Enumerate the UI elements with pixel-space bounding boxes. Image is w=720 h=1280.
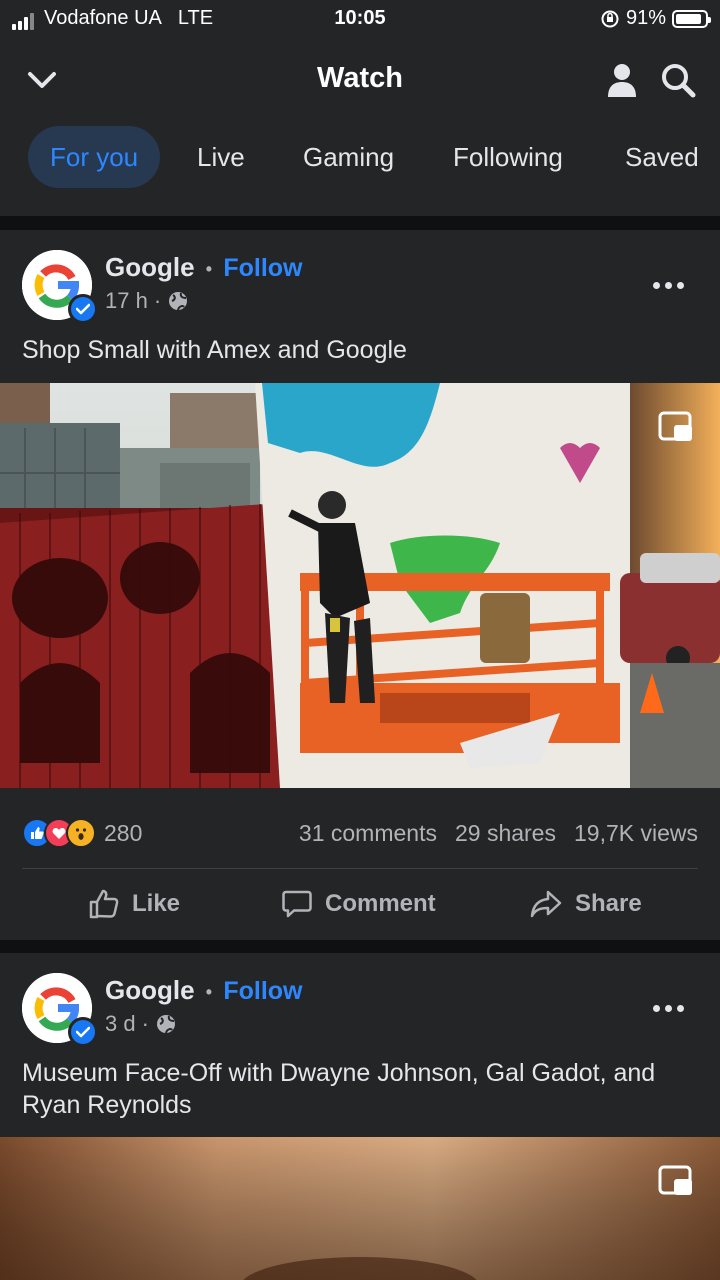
post-meta: 3 d · bbox=[105, 1011, 177, 1037]
watch-header: Watch bbox=[0, 38, 720, 122]
post-caption: Museum Face-Off with Dwayne Johnson, Gal… bbox=[22, 1059, 656, 1119]
verified-badge-icon bbox=[68, 294, 98, 324]
post-author-line: Google • Follow bbox=[105, 975, 303, 1006]
post-meta: 17 h · bbox=[105, 288, 189, 314]
post-caption: Shop Small with Amex and Google bbox=[22, 336, 407, 364]
post-divider bbox=[0, 940, 720, 953]
separator-dot: • bbox=[205, 258, 213, 279]
picture-in-picture-icon[interactable] bbox=[658, 1165, 694, 1199]
reactions-summary[interactable]: 280 bbox=[22, 818, 142, 848]
section-divider bbox=[0, 216, 720, 230]
tab-saved[interactable]: Saved bbox=[625, 126, 699, 188]
wow-reaction-icon bbox=[66, 818, 96, 848]
globe-icon bbox=[169, 292, 188, 311]
stats-divider bbox=[22, 868, 698, 869]
author-name[interactable]: Google bbox=[105, 975, 195, 1005]
like-label: Like bbox=[132, 890, 181, 917]
picture-in-picture-icon[interactable] bbox=[658, 411, 694, 445]
comment-label: Comment bbox=[325, 890, 436, 917]
battery-percent: 91% bbox=[625, 7, 666, 29]
reactions-count: 280 bbox=[104, 819, 143, 846]
video-player[interactable] bbox=[0, 383, 720, 788]
tab-for-you[interactable]: For you bbox=[28, 126, 161, 188]
share-icon bbox=[530, 890, 562, 918]
watch-tabs: For you Live Gaming Following Saved bbox=[0, 122, 720, 216]
person-icon[interactable] bbox=[600, 58, 644, 102]
comment-button[interactable]: Comment bbox=[281, 874, 436, 934]
google-avatar[interactable] bbox=[22, 973, 98, 1047]
video-post: Google • Follow 3 d · Museum Face-Off wi… bbox=[0, 953, 720, 1280]
follow-button[interactable]: Follow bbox=[223, 977, 302, 1005]
verified-badge-icon bbox=[68, 1017, 98, 1047]
like-button[interactable]: Like bbox=[88, 874, 180, 934]
shares-count[interactable]: 29 shares bbox=[455, 820, 556, 847]
video-thumbnail bbox=[0, 1137, 720, 1280]
tab-live[interactable]: Live bbox=[197, 126, 245, 188]
more-options-icon[interactable] bbox=[653, 282, 684, 289]
meta-separator: · bbox=[141, 1011, 149, 1036]
search-icon[interactable] bbox=[656, 58, 700, 102]
separator-dot: • bbox=[205, 981, 213, 1002]
share-label: Share bbox=[575, 890, 642, 917]
meta-separator: · bbox=[153, 288, 162, 313]
video-thumbnail bbox=[0, 383, 720, 788]
share-button[interactable]: Share bbox=[529, 874, 642, 934]
more-options-icon[interactable] bbox=[653, 1005, 684, 1012]
tab-gaming[interactable]: Gaming bbox=[303, 126, 394, 188]
comments-count[interactable]: 31 comments bbox=[299, 820, 437, 847]
video-player[interactable] bbox=[0, 1137, 720, 1280]
post-author-line: Google • Follow bbox=[105, 252, 303, 283]
comment-icon bbox=[282, 890, 312, 918]
video-post: Google • Follow 17 h · Shop Small with A… bbox=[0, 230, 720, 940]
follow-button[interactable]: Follow bbox=[223, 254, 302, 282]
status-bar: Vodafone UA LTE 10:05 91% bbox=[0, 0, 720, 38]
post-time[interactable]: 3 d bbox=[105, 1011, 136, 1037]
post-actions: Like Comment Share bbox=[0, 874, 720, 934]
google-avatar[interactable] bbox=[22, 250, 98, 324]
views-count: 19,7K views bbox=[573, 820, 698, 846]
battery-icon bbox=[672, 9, 711, 28]
tab-following[interactable]: Following bbox=[453, 126, 563, 188]
post-time[interactable]: 17 h bbox=[105, 288, 148, 314]
globe-icon bbox=[156, 1015, 175, 1034]
thumbs-up-icon bbox=[89, 889, 119, 919]
rotation-lock-icon bbox=[601, 10, 619, 27]
author-name[interactable]: Google bbox=[105, 252, 195, 282]
post-stats: 280 31 comments 29 shares 19,7K views bbox=[22, 818, 698, 852]
